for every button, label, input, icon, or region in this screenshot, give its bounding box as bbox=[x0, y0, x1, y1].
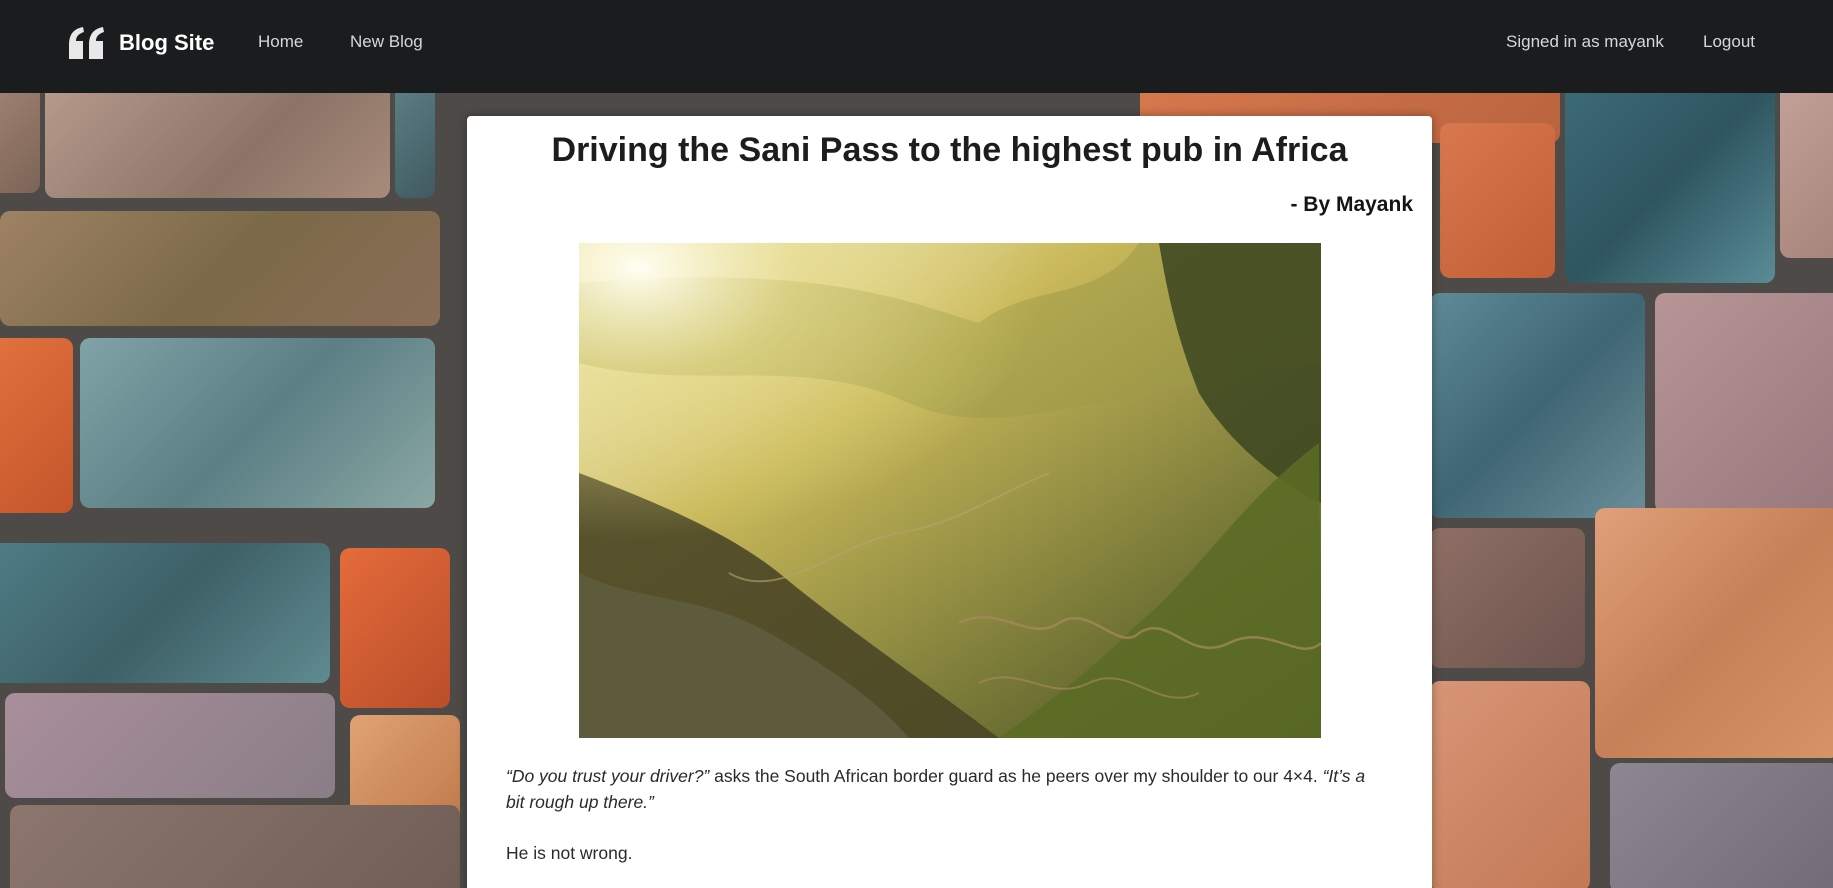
wall-stone bbox=[1595, 508, 1833, 758]
paragraph-text: asks the South African border guard as h… bbox=[709, 766, 1323, 786]
wall-stone bbox=[45, 93, 390, 198]
wall-stone bbox=[1565, 93, 1775, 283]
post-title: Driving the Sani Pass to the highest pub… bbox=[551, 131, 1348, 169]
mountain-pass-image bbox=[579, 243, 1321, 738]
wall-stone bbox=[0, 338, 73, 513]
wall-stone bbox=[0, 93, 40, 193]
navbar: Blog Site Home New Blog Signed in as may… bbox=[0, 0, 1833, 93]
quote-icon bbox=[69, 27, 104, 59]
wall-stone bbox=[10, 805, 460, 888]
wall-stone bbox=[1780, 93, 1833, 258]
wall-stone bbox=[1430, 681, 1590, 888]
wall-stone bbox=[1610, 763, 1833, 888]
wall-stone bbox=[1440, 123, 1555, 278]
wall-stone bbox=[1430, 528, 1585, 668]
brand-name: Blog Site bbox=[119, 30, 215, 55]
nav-new-blog-link[interactable]: New Blog bbox=[350, 32, 423, 52]
wall-stone bbox=[0, 211, 440, 326]
post-paragraph: He is not wrong. bbox=[506, 843, 633, 863]
wall-stone bbox=[395, 93, 435, 198]
signed-in-text[interactable]: Signed in as mayank bbox=[1506, 32, 1664, 52]
blog-post-card: Driving the Sani Pass to the highest pub… bbox=[467, 116, 1432, 888]
post-author: - By Mayank bbox=[1290, 193, 1413, 216]
brand-link[interactable]: Blog Site bbox=[67, 25, 214, 61]
logout-link[interactable]: Logout bbox=[1703, 32, 1755, 52]
wall-stone bbox=[1430, 293, 1645, 518]
wall-stone bbox=[1655, 293, 1833, 513]
wall-stone bbox=[80, 338, 435, 508]
wall-stone bbox=[5, 693, 335, 798]
nav-home-link[interactable]: Home bbox=[258, 32, 303, 52]
wall-stone bbox=[340, 548, 450, 708]
wall-stone bbox=[0, 543, 330, 683]
post-paragraph: “Do you trust your driver?” asks the Sou… bbox=[506, 763, 1386, 815]
quote-text: “Do you trust your driver?” bbox=[506, 766, 710, 786]
